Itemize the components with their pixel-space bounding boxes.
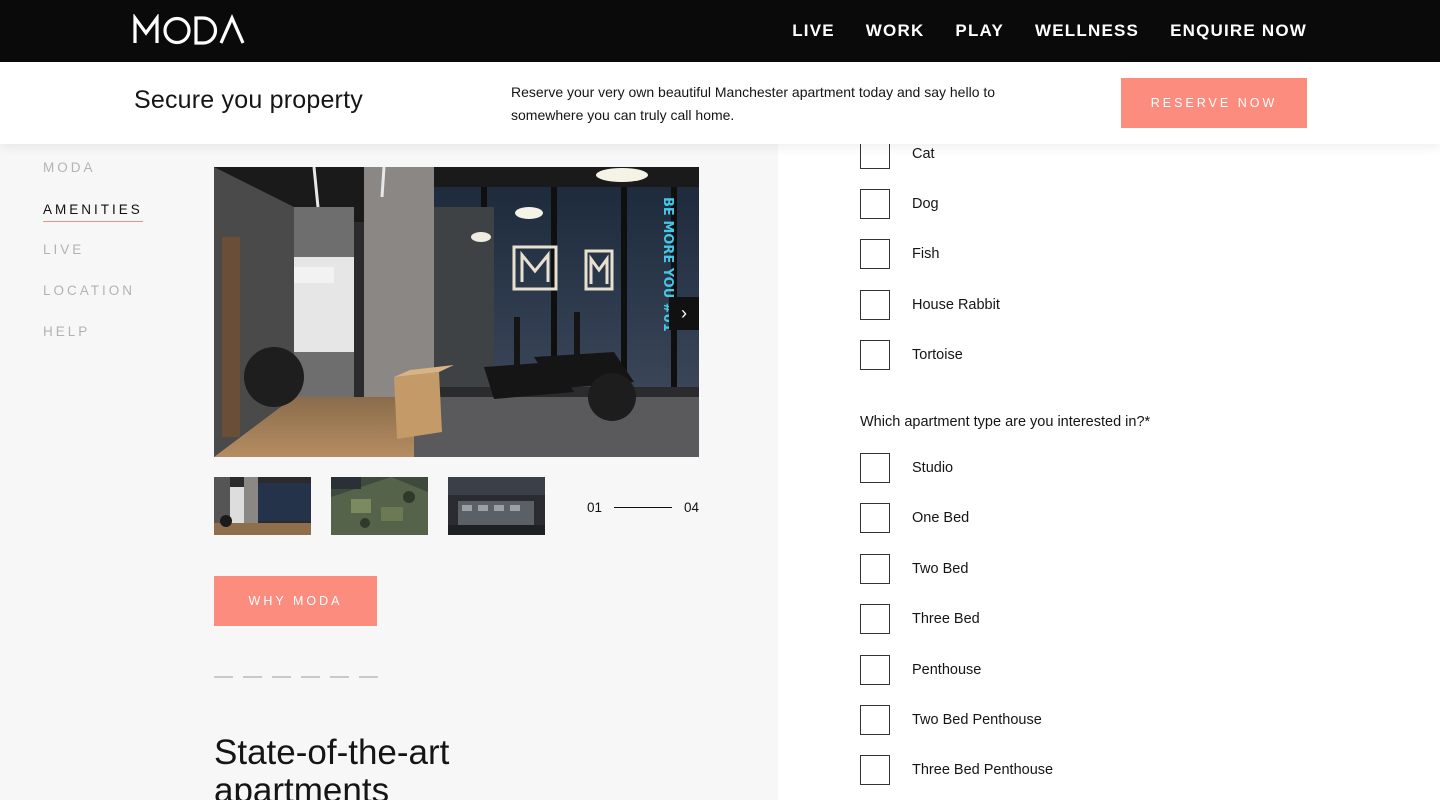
pet-option-fish[interactable]: Fish — [860, 239, 939, 269]
nav-work[interactable]: WORK — [866, 21, 925, 41]
apartment-option-penthouse[interactable]: Penthouse — [860, 655, 981, 685]
reserve-description: Reserve your very own beautiful Manchest… — [511, 84, 996, 123]
pet-option-house-rabbit[interactable]: House Rabbit — [860, 290, 1000, 320]
pet-option-tortoise[interactable]: Tortoise — [860, 340, 963, 370]
reserve-title: Secure you property — [134, 86, 363, 114]
apartment-label-three-bed: Three Bed — [912, 611, 980, 627]
enquiry-form: Cat Dog Fish House Rabbit Tortoise Which… — [778, 139, 1440, 800]
apartment-checkbox-three-bed-penthouse[interactable] — [860, 755, 890, 785]
section-dash-4[interactable] — [301, 676, 320, 678]
apartment-checkbox-two-bed[interactable] — [860, 554, 890, 584]
section-dash-2[interactable] — [243, 676, 262, 678]
thumbnail-roof-terrace-image — [448, 477, 545, 535]
side-nav-location[interactable]: LOCATION — [43, 283, 143, 298]
apartment-option-two-bed[interactable]: Two Bed — [860, 554, 968, 584]
gallery-counter: 01 04 — [587, 500, 699, 515]
gym-illustration: BE MORE YOU #01 — [214, 167, 699, 457]
apartment-label-three-bed-penthouse: Three Bed Penthouse — [912, 762, 1054, 778]
reserve-now-button[interactable]: RESERVE NOW — [1121, 78, 1307, 128]
side-nav-amenities[interactable]: AMENITIES — [43, 202, 143, 222]
pet-label-house-rabbit: House Rabbit — [912, 297, 1000, 313]
apartment-checkbox-one-bed[interactable] — [860, 503, 890, 533]
apartment-type-question: Which apartment type are you interested … — [860, 414, 1151, 430]
apartment-label-studio: Studio — [912, 460, 954, 476]
gallery-thumbnail-3[interactable] — [448, 477, 545, 535]
apartment-option-two-bed-penthouse[interactable]: Two Bed Penthouse — [860, 705, 1042, 735]
nav-wellness[interactable]: WELLNESS — [1035, 21, 1139, 41]
amenities-section: MODA AMENITIES LIVE LOCATION HELP BE MOR… — [0, 144, 778, 800]
pet-label-cat: Cat — [912, 146, 935, 162]
gallery-counter-line — [614, 506, 673, 509]
apartment-label-two-bed: Two Bed — [912, 561, 969, 577]
apartment-option-studio[interactable]: Studio — [860, 453, 953, 483]
gallery-thumbnails — [214, 477, 545, 535]
apartment-label-penthouse: Penthouse — [912, 662, 982, 678]
section-dash-1[interactable] — [214, 676, 233, 678]
pet-label-tortoise: Tortoise — [912, 347, 963, 363]
reserve-bar: Secure you property Reserve your very ow… — [0, 62, 1440, 144]
apartment-checkbox-penthouse[interactable] — [860, 655, 890, 685]
side-nav-help[interactable]: HELP — [43, 324, 143, 339]
side-nav-moda[interactable]: MODA — [43, 160, 143, 175]
top-navigation: LIVE WORK PLAY WELLNESS ENQUIRE NOW — [0, 0, 1440, 62]
apartment-option-three-bed-penthouse[interactable]: Three Bed Penthouse — [860, 755, 1053, 785]
gallery-thumbnail-2[interactable] — [331, 477, 428, 535]
apartment-label-one-bed: One Bed — [912, 510, 970, 526]
thumbnail-gym-image — [214, 477, 311, 535]
pet-option-dog[interactable]: Dog — [860, 189, 939, 219]
nav-live[interactable]: LIVE — [792, 21, 835, 41]
pet-checkbox-house-rabbit[interactable] — [860, 290, 890, 320]
gallery-counter-current: 01 — [587, 500, 603, 515]
gym-hero-image: BE MORE YOU #01 › — [214, 167, 699, 457]
nav-enquire-now[interactable]: ENQUIRE NOW — [1170, 21, 1307, 41]
chevron-right-icon: › — [681, 303, 687, 323]
section-side-nav: MODA AMENITIES LIVE LOCATION HELP — [43, 160, 143, 365]
section-dash-6[interactable] — [359, 676, 378, 678]
main-nav: LIVE WORK PLAY WELLNESS ENQUIRE NOW — [792, 0, 1307, 62]
apartment-label-two-bed-penthouse: Two Bed Penthouse — [912, 712, 1042, 728]
side-nav-live[interactable]: LIVE — [43, 242, 143, 257]
pet-label-fish: Fish — [912, 246, 940, 262]
apartment-option-one-bed[interactable]: One Bed — [860, 503, 969, 533]
pet-checkbox-fish[interactable] — [860, 239, 890, 269]
apartment-option-three-bed[interactable]: Three Bed — [860, 604, 980, 634]
nav-play[interactable]: PLAY — [955, 21, 1004, 41]
thumbnail-garden-image — [331, 477, 428, 535]
section-dash-3[interactable] — [272, 676, 291, 678]
gallery-counter-total: 04 — [684, 500, 700, 515]
section-dash-5[interactable] — [330, 676, 349, 678]
pet-checkbox-tortoise[interactable] — [860, 340, 890, 370]
apartment-checkbox-three-bed[interactable] — [860, 604, 890, 634]
pet-label-dog: Dog — [912, 196, 939, 212]
pet-checkbox-dog[interactable] — [860, 189, 890, 219]
why-moda-button[interactable]: WHY MODA — [214, 576, 377, 626]
gallery-next-button[interactable]: › — [669, 297, 699, 330]
moda-logo[interactable] — [133, 14, 245, 46]
apartment-checkbox-two-bed-penthouse[interactable] — [860, 705, 890, 735]
apartment-checkbox-studio[interactable] — [860, 453, 890, 483]
gallery-thumbnail-1[interactable] — [214, 477, 311, 535]
section-pagination — [214, 676, 378, 678]
section-title: State-of-the-art apartments — [214, 733, 450, 800]
